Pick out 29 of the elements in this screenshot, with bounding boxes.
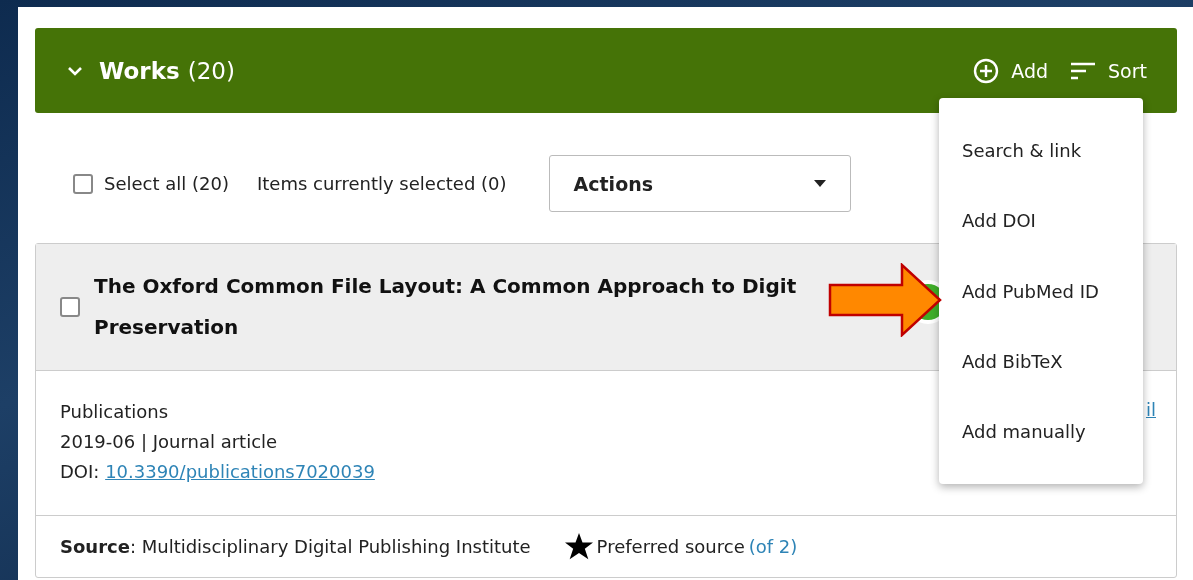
menu-item[interactable]: Add BibTeX	[939, 326, 1143, 397]
side-link[interactable]: il	[1146, 395, 1156, 425]
work-checkbox[interactable]	[60, 297, 80, 317]
menu-item[interactable]: Add manually	[939, 396, 1143, 468]
doi-link[interactable]: 10.3390/publications7020039	[105, 461, 375, 482]
actions-select[interactable]: Actions	[548, 155, 851, 212]
menu-item[interactable]: Add DOI	[939, 185, 1143, 256]
work-meta: 2019-06 | Journal article	[60, 430, 278, 454]
caret-icon	[813, 180, 826, 187]
journal-name: Publications	[60, 400, 169, 424]
plus-circle-icon	[973, 57, 1000, 84]
selected-count-text: Items currently selected (0)	[256, 173, 507, 194]
source-text: Source: Multidisciplinary Digital Publishing Institute	[60, 536, 531, 557]
sort-icon	[1070, 60, 1097, 81]
pointer-arrow-icon	[828, 263, 942, 337]
star-icon	[564, 533, 593, 560]
select-all-checkbox[interactable]	[73, 173, 93, 194]
preferred-source-text: Preferred source	[596, 536, 745, 557]
section-count: (20)	[187, 57, 235, 84]
menu-item[interactable]: Search & link	[939, 115, 1143, 186]
menu-item[interactable]: Add PubMed ID	[939, 255, 1143, 327]
chevron-down-icon[interactable]	[67, 64, 83, 77]
select-all-label: Select all (20)	[104, 173, 229, 194]
work-title: The Oxford Common File Layout: A Common Approach to Digit Preservation	[94, 273, 797, 341]
add-button[interactable]: Add	[973, 57, 1049, 84]
section-title: Works	[99, 57, 180, 84]
sort-button[interactable]: Sort	[1070, 59, 1147, 82]
source-count-link[interactable]: (of 2)	[748, 536, 798, 557]
doi-label: DOI:	[60, 461, 101, 482]
